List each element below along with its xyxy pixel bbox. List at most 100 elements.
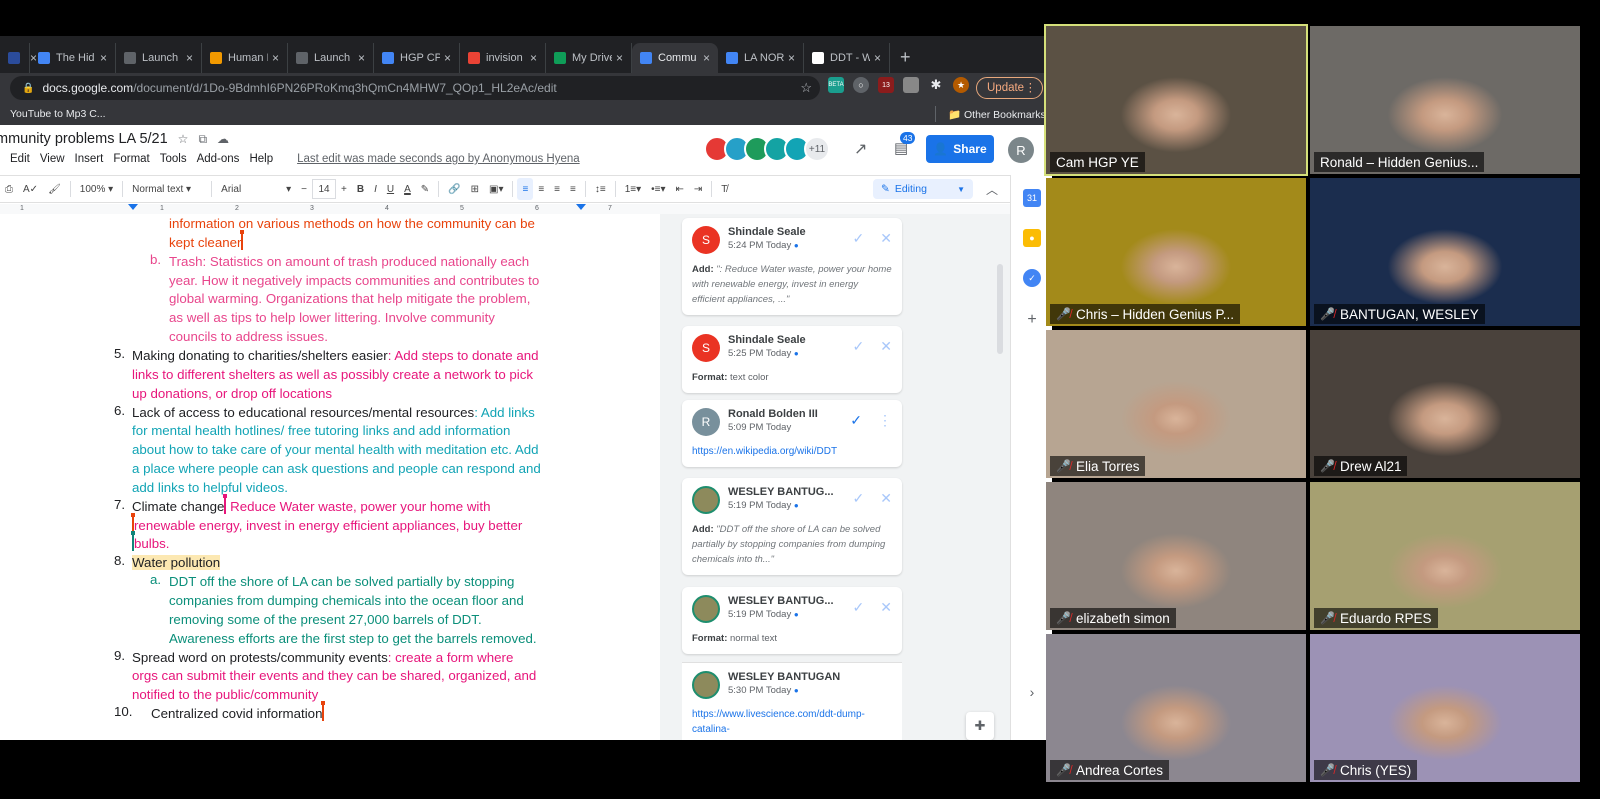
increase-font-button[interactable]: + [336, 178, 352, 200]
browser-tab[interactable]: DDT - W × [804, 43, 890, 73]
suggestion-card[interactable]: WESLEY BANTUGAN 5:30 PM Today ● https://w… [682, 662, 902, 740]
hide-menus-icon[interactable]: ︿ [986, 181, 998, 198]
doc-line[interactable]: up donations, or drop off locations [132, 384, 332, 403]
doc-line[interactable]: information on various methods on how th… [169, 214, 535, 233]
doc-line[interactable]: bulbs. [131, 531, 169, 553]
menu-insert[interactable]: Insert [75, 153, 104, 165]
align-left-icon[interactable]: ≡ [517, 178, 534, 200]
doc-line[interactable]: councils to address issues. [169, 327, 328, 346]
ruler[interactable]: 1 1 2 3 4 5 6 7 [0, 204, 1010, 214]
accept-check-icon[interactable]: ✓ [853, 230, 865, 247]
account-avatar[interactable]: R [1008, 137, 1034, 163]
browser-tab[interactable]: Launch × [116, 43, 202, 73]
editing-mode-select[interactable]: ✎ Editing ▼ [873, 179, 973, 199]
font-size-input[interactable]: 14 [312, 179, 336, 199]
bookmark-youtube-mp3[interactable]: YouTube to Mp3 C... [10, 108, 106, 120]
accept-check-icon[interactable]: ✓ [850, 412, 862, 429]
insert-link-icon[interactable]: 🔗 [443, 178, 465, 200]
browser-tab[interactable]: LA NOR × [718, 43, 804, 73]
increase-indent-icon[interactable]: ⇥ [689, 178, 707, 200]
participant-tile[interactable]: 🎤̸ Elia Torres [1046, 330, 1306, 478]
doc-line[interactable]: renewable energy, invest in energy effic… [131, 512, 522, 535]
clear-formatting-icon[interactable]: T̸ [716, 178, 732, 200]
show-side-panel-icon[interactable]: › [1023, 683, 1041, 701]
reject-close-icon[interactable]: ✕ [880, 490, 892, 507]
participant-tile[interactable]: 🎤̸ Andrea Cortes [1046, 634, 1306, 782]
insert-image-icon[interactable]: ▣▾ [484, 178, 508, 200]
star-icon[interactable]: ☆ [178, 132, 189, 146]
reject-close-icon[interactable]: ✕ [880, 338, 892, 355]
browser-tab[interactable]: Tokyo R × [0, 43, 37, 73]
puzzle-extensions-icon[interactable]: ✱ [928, 77, 944, 93]
doc-line[interactable]: companies from dumping chemicals into th… [169, 591, 524, 610]
beta-extension-icon[interactable]: BETA [828, 77, 844, 93]
browser-tab[interactable]: HGP CP × [374, 43, 460, 73]
doc-line[interactable]: Centralized covid information [151, 701, 326, 723]
suggestion-card[interactable]: WESLEY BANTUG... 5:19 PM Today ● ✓ ✕ Form… [682, 587, 902, 654]
participant-tile[interactable]: Ronald – Hidden Genius... [1310, 26, 1580, 174]
explore-button[interactable]: ✚ [966, 712, 994, 740]
doc-line[interactable]: year. How it negatively impacts communit… [169, 271, 539, 290]
participant-tile[interactable]: 🎤̸ BANTUGAN, WESLEY [1310, 178, 1580, 326]
right-indent-marker[interactable] [576, 204, 586, 210]
doc-title[interactable]: mmunity problems LA 5/21 [0, 131, 168, 147]
tasks-icon[interactable]: ✓ [1023, 269, 1041, 287]
document-page[interactable]: information on various methods on how th… [0, 214, 660, 740]
doc-line[interactable]: Trash: Statistics on amount of trash pro… [169, 252, 529, 271]
doc-line[interactable]: Lack of access to educational resources/… [132, 403, 535, 422]
browser-tab[interactable]: The Hid × [30, 43, 116, 73]
highlight-color-icon[interactable]: ✎ [416, 178, 434, 200]
paint-format-icon[interactable]: 🖌 [43, 178, 66, 200]
close-tab-icon[interactable]: × [272, 51, 279, 65]
close-tab-icon[interactable]: × [530, 51, 537, 65]
more-menu-icon[interactable]: ⋮ [1025, 78, 1037, 98]
doc-line[interactable]: orgs can submit their events and they ca… [132, 666, 536, 685]
participant-tile[interactable]: Cam HGP YE [1044, 24, 1308, 176]
keep-icon[interactable]: ● [1023, 229, 1041, 247]
participant-tile[interactable]: 🎤̸ Chris – Hidden Genius P... [1046, 178, 1306, 326]
doc-line[interactable]: DDT off the shore of LA can be solved pa… [169, 572, 514, 591]
calendar-icon[interactable]: 31 [1023, 189, 1041, 207]
close-tab-icon[interactable]: × [444, 51, 451, 65]
bookmark-star-icon[interactable]: ☆ [800, 80, 812, 96]
close-tab-icon[interactable]: × [703, 51, 710, 65]
doc-line[interactable]: Spread word on protests/community events… [132, 648, 513, 667]
close-tab-icon[interactable]: × [874, 51, 881, 65]
doc-line[interactable]: global warming. Organizations that help … [169, 289, 530, 308]
bookmark-other[interactable]: 📁 Other Bookmarks [948, 108, 1046, 121]
doc-line[interactable]: for mental health hotlines/ free tutorin… [132, 421, 510, 440]
comment-link[interactable]: https://www.livescience.com/ddt-dump-cat… [692, 707, 892, 737]
bulleted-list-icon[interactable]: •≡▾ [646, 178, 670, 200]
close-tab-icon[interactable]: × [788, 51, 795, 65]
doc-line[interactable]: a place where people can ask questions a… [132, 459, 541, 478]
activity-trend-icon[interactable]: ↗ [854, 139, 867, 159]
doc-line[interactable]: add links to helpful videos. [132, 478, 288, 497]
numbered-list-icon[interactable]: 1≡▾ [620, 178, 646, 200]
justify-icon[interactable]: ≡ [565, 178, 581, 200]
badge-extension-icon[interactable]: 13 [878, 77, 894, 93]
more-collaborators[interactable]: +11 [804, 136, 830, 162]
move-folder-icon[interactable]: ⧉ [198, 132, 207, 147]
doc-line[interactable]: notified to the public/community [132, 685, 318, 704]
participant-tile[interactable]: 🎤̸ elizabeth simon [1046, 482, 1306, 630]
decrease-font-button[interactable]: − [296, 178, 312, 200]
spellcheck-icon[interactable]: A✓ [18, 178, 43, 200]
accept-check-icon[interactable]: ✓ [853, 599, 865, 616]
browser-tab[interactable]: Launch × [288, 43, 374, 73]
participant-tile[interactable]: 🎤̸ Chris (YES) [1310, 634, 1580, 782]
line-spacing-icon[interactable]: ↕≡ [590, 178, 611, 200]
left-indent-marker[interactable] [128, 204, 138, 210]
doc-line[interactable]: links to different shelters as well as p… [132, 365, 533, 384]
update-button[interactable]: Update ⋮ [976, 77, 1044, 99]
participant-tile[interactable]: 🎤̸ Eduardo RPES [1310, 482, 1580, 630]
underline-icon[interactable]: U [382, 178, 399, 200]
browser-tab[interactable]: invision × [460, 43, 546, 73]
menu-tools[interactable]: Tools [160, 153, 187, 165]
italic-icon[interactable]: I [369, 178, 382, 200]
menu-help[interactable]: Help [249, 153, 273, 165]
doc-line[interactable]: Awareness efforts are the first step to … [169, 629, 537, 648]
new-tab-button[interactable]: + [890, 43, 921, 73]
close-tab-icon[interactable]: × [186, 51, 193, 65]
cloud-saved-icon[interactable]: ☁ [217, 132, 229, 146]
close-tab-icon[interactable]: × [100, 51, 107, 65]
